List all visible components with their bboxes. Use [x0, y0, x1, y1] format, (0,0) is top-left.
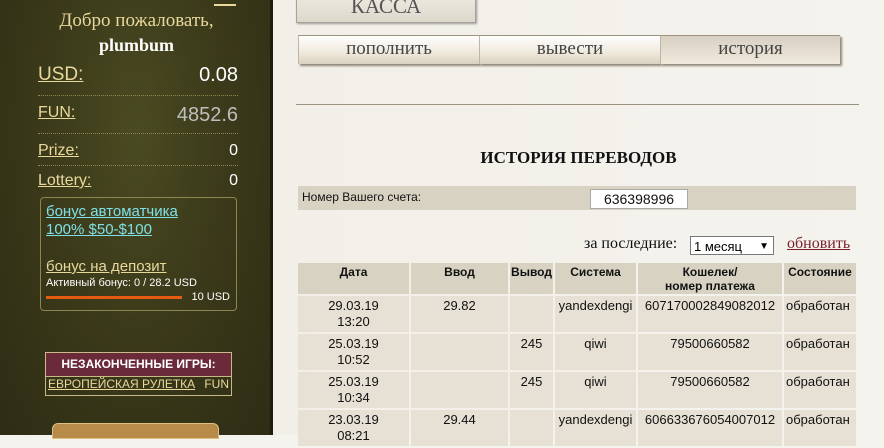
cell-out — [510, 296, 553, 332]
row-date: 25.03.19 — [328, 374, 379, 389]
table-header-row: Дата Ввод Вывод Система Кошелек/номер пл… — [298, 263, 856, 294]
bottom-banner[interactable] — [52, 423, 219, 439]
table-row: 25.03.19 10:52 245 qiwi 79500660582 обраб… — [298, 334, 856, 370]
col-date: Дата — [298, 263, 409, 294]
kassa-header: КАССА — [296, 0, 476, 23]
usd-link[interactable]: USD: — [38, 64, 83, 86]
account-label: Номер Вашего счета: — [302, 190, 422, 204]
sidebar: Добро пожаловать, plumbum USD: 0.08 FUN:… — [0, 0, 273, 439]
cell-system: yandexdengi — [555, 410, 636, 446]
row-time: 13:20 — [337, 314, 370, 329]
cell-system: yandexdengi — [555, 296, 636, 332]
balance-prize: Prize: 0 — [38, 142, 238, 162]
cell-status: обработан — [784, 334, 856, 370]
prize-value: 0 — [229, 142, 238, 159]
refresh-link[interactable]: обновить — [787, 235, 850, 253]
account-row: Номер Вашего счета: 636398996 — [298, 186, 856, 210]
tab-withdraw[interactable]: вывести — [479, 35, 660, 64]
account-number: 636398996 — [590, 189, 688, 209]
unfinished-game-link[interactable]: ЕВРОПЕЙСКАЯ РУЛЕТКА — [48, 375, 195, 394]
cell-status: обработан — [784, 296, 856, 332]
period-label: за последние: — [584, 235, 678, 252]
col-wallet-line2: номер платежа — [665, 279, 755, 293]
main-content: КАССА пополнить вывести история ИСТОРИЯ … — [273, 0, 884, 446]
bonus-deposit-link[interactable]: бонус на депозит — [46, 258, 167, 275]
divider — [38, 133, 238, 134]
table-row: 23.03.19 08:21 29.44 yandexdengi 60663367… — [298, 410, 856, 446]
cell-system: qiwi — [555, 334, 636, 370]
balance-lottery: Lottery: 0 — [38, 172, 238, 192]
fun-link[interactable]: FUN: — [38, 104, 75, 122]
chevron-down-icon: ▼ — [759, 241, 769, 252]
cell-status: обработан — [784, 410, 856, 446]
unfinished-games-title: НЕЗАКОНЧЕННЫЕ ИГРЫ: — [45, 352, 232, 377]
cell-wallet: 79500660582 — [638, 372, 782, 408]
cell-in: 29.82 — [411, 296, 508, 332]
cell-out: 245 — [510, 334, 553, 370]
history-table: Дата Ввод Вывод Система Кошелек/номер пл… — [296, 261, 858, 448]
bonus-auto-link[interactable]: бонус автоматчика — [46, 203, 178, 221]
cell-date: 25.03.19 10:52 — [298, 334, 409, 370]
cell-out: 245 — [510, 372, 553, 408]
bonus-box: бонус автоматчика 100% $50-$100 бонус на… — [40, 197, 237, 311]
cell-wallet: 606633676054007012 — [638, 410, 782, 446]
usd-value: 0.08 — [199, 64, 238, 86]
cell-out — [510, 410, 553, 446]
col-status: Состояние — [784, 263, 856, 294]
cell-in: 29.44 — [411, 410, 508, 446]
divider — [296, 104, 859, 105]
table-row: 25.03.19 10:34 245 qiwi 79500660582 обраб… — [298, 372, 856, 408]
cell-status: обработан — [784, 372, 856, 408]
col-system: Система — [555, 263, 636, 294]
tab-deposit[interactable]: пополнить — [298, 35, 479, 64]
cell-date: 23.03.19 08:21 — [298, 410, 409, 446]
fun-value: 4852.6 — [176, 104, 238, 126]
col-wallet-line1: Кошелек/ — [682, 265, 738, 279]
top-partial-icon — [214, 0, 236, 6]
cell-in — [411, 372, 508, 408]
bonus-progress-bar — [46, 296, 182, 299]
username: plumbum — [98, 35, 175, 55]
row-date: 23.03.19 — [328, 412, 379, 427]
unfinished-game-row: ЕВРОПЕЙСКАЯ РУЛЕТКА FUN — [45, 375, 232, 396]
tab-history[interactable]: история — [660, 35, 840, 64]
lottery-value: 0 — [229, 172, 238, 189]
row-time: 08:21 — [337, 428, 370, 443]
divider — [38, 95, 238, 96]
row-time: 10:34 — [337, 390, 370, 405]
col-wallet: Кошелек/номер платежа — [638, 263, 782, 294]
cell-date: 29.03.19 13:20 — [298, 296, 409, 332]
prize-link[interactable]: Prize: — [38, 142, 79, 160]
unfinished-game-currency: FUN — [204, 377, 229, 391]
cell-wallet: 79500660582 — [638, 334, 782, 370]
cell-in — [411, 334, 508, 370]
welcome-text: Добро пожаловать, — [59, 10, 214, 31]
cell-system: qiwi — [555, 372, 636, 408]
table-row: 29.03.19 13:20 29.82 yandexdengi 60717000… — [298, 296, 856, 332]
bonus-amount: 10 USD — [191, 291, 230, 303]
active-bonus-text: Активный бонус: 0 / 28.2 USD — [46, 277, 197, 289]
period-select-value: 1 месяц — [694, 239, 742, 254]
balance-fun: FUN: 4852.6 — [38, 104, 238, 128]
cell-wallet: 607170002849082012 — [638, 296, 782, 332]
row-date: 29.03.19 — [328, 298, 379, 313]
cell-date: 25.03.19 10:34 — [298, 372, 409, 408]
col-out: Вывод — [510, 263, 553, 294]
row-time: 10:52 — [337, 352, 370, 367]
lottery-link[interactable]: Lottery: — [38, 172, 91, 190]
col-in: Ввод — [411, 263, 508, 294]
row-date: 25.03.19 — [328, 336, 379, 351]
divider — [38, 165, 238, 166]
period-select[interactable]: 1 месяц ▼ — [690, 236, 774, 255]
page-title: ИСТОРИЯ ПЕРЕВОДОВ — [480, 148, 677, 167]
bonus-auto-link-amount[interactable]: 100% $50-$100 — [46, 221, 152, 239]
balance-usd: USD: 0.08 — [38, 64, 238, 90]
